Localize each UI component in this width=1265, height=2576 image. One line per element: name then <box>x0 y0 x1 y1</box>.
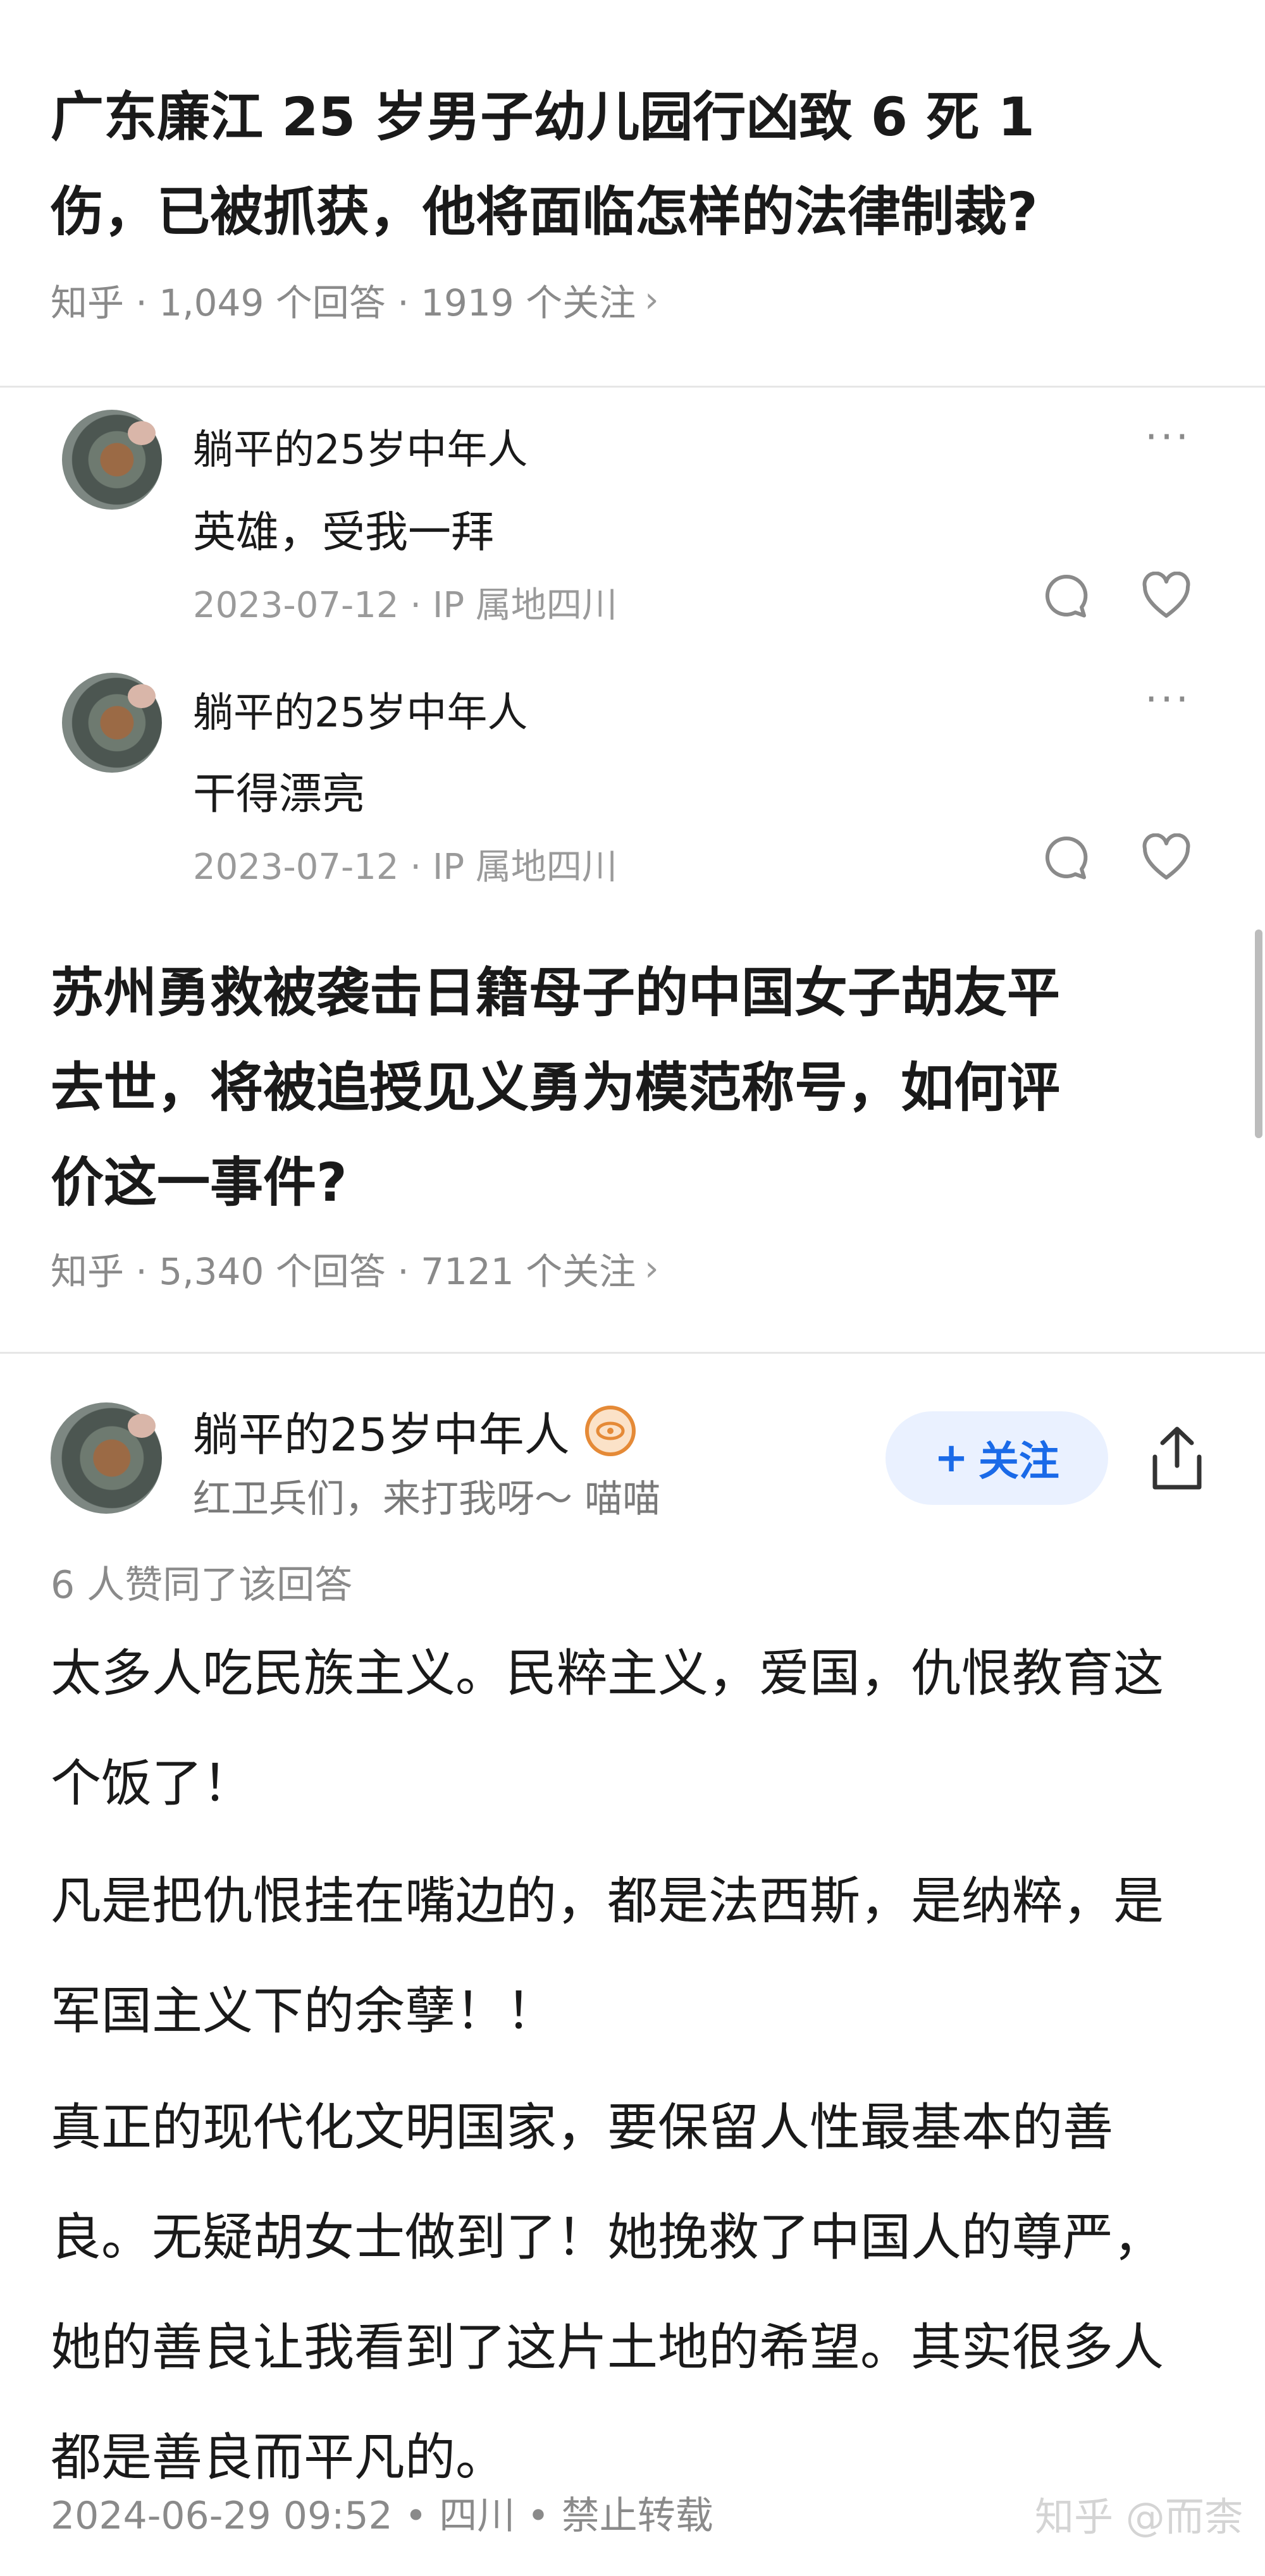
divider <box>0 1352 1265 1354</box>
answer-paragraph: 凡是把仇恨挂在嘴边的，都是法西斯，是纳粹，是 军国主义下的余孽！！ <box>51 1846 1240 2066</box>
avatar[interactable] <box>51 1402 162 1514</box>
more-icon[interactable]: ··· <box>1145 414 1191 461</box>
avatar[interactable] <box>62 410 162 510</box>
chevron-right-icon: › <box>645 279 659 321</box>
share-icon[interactable] <box>1144 1424 1211 1493</box>
question-meta-text: 知乎 · 1,049 个回答 · 1919 个关注 <box>51 281 636 324</box>
question-title-line: 价这一事件? <box>51 1151 347 1213</box>
question-title-line: 伤，已被抓获，他将面临怎样的法律制裁? <box>51 181 1038 243</box>
answer-line: 良。无疑胡女士做到了！她挽救了中国人的尊严， <box>51 2208 1164 2267</box>
answer-paragraph: 太多人吃民族主义。民粹主义，爱国，仇恨教育这 个饭了！ <box>51 1619 1240 1839</box>
chevron-right-icon: › <box>645 1248 659 1289</box>
follow-button[interactable]: + 关注 <box>885 1411 1108 1505</box>
comment-meta: 2023-07-12 · IP 属地四川 <box>193 585 617 626</box>
divider <box>0 386 1265 388</box>
scrollbar[interactable] <box>1255 929 1262 1138</box>
like-icon[interactable] <box>1141 572 1192 622</box>
answer-footer: 2024-06-29 09:52 • 四川 • 禁止转载 <box>51 2494 713 2538</box>
avatar[interactable] <box>62 673 162 773</box>
question-title[interactable]: 苏州勇救被袭击日籍母子的中国女子胡友平 去世，将被追授见义勇为模范称号，如何评 … <box>51 945 1227 1230</box>
plus-icon: + <box>934 1435 968 1481</box>
comment-icon[interactable] <box>1041 833 1092 884</box>
answer-author-name: 躺平的25岁中年人 <box>193 1408 570 1461</box>
answer-line: 凡是把仇恨挂在嘴边的，都是法西斯，是纳粹，是 <box>51 1872 1164 1930</box>
comment-text: 干得漂亮 <box>193 770 366 819</box>
answer-line: 个饭了！ <box>51 1754 253 1813</box>
comment-author[interactable]: 躺平的25岁中年人 <box>193 417 528 475</box>
answer-line: 太多人吃民族主义。民粹主义，爱国，仇恨教育这 <box>51 1644 1164 1703</box>
like-icon[interactable] <box>1141 833 1192 884</box>
question-title-line: 苏州勇救被袭击日籍母子的中国女子胡友平 <box>51 962 1061 1024</box>
answer-line: 她的善良让我看到了这片土地的希望。其实很多人 <box>51 2318 1164 2377</box>
follow-label: 关注 <box>978 1438 1059 1485</box>
answer-author[interactable]: 躺平的25岁中年人 <box>193 1397 636 1464</box>
comment-meta: 2023-07-12 · IP 属地四川 <box>193 847 617 888</box>
watermark: 知乎 @而柰 <box>1035 2494 1243 2540</box>
comment-author[interactable]: 躺平的25岁中年人 <box>193 680 528 739</box>
question-title-line: 去世，将被追授见义勇为模范称号，如何评 <box>51 1057 1061 1119</box>
answer-paragraph: 真正的现代化文明国家，要保留人性最基本的善 良。无疑胡女士做到了！她挽救了中国人… <box>51 2073 1240 2513</box>
author-bio: 红卫兵们，来打我呀～ 喵喵 <box>193 1477 661 1521</box>
answer-line: 军国主义下的余孽！！ <box>51 1982 557 2040</box>
vote-count: 6 人赞同了该回答 <box>51 1563 353 1607</box>
comment-icon[interactable] <box>1041 572 1092 622</box>
question-meta[interactable]: 知乎 · 5,340 个回答 · 7121 个关注 › <box>51 1242 659 1295</box>
more-icon[interactable]: ··· <box>1145 677 1191 723</box>
answer-line: 真正的现代化文明国家，要保留人性最基本的善 <box>51 2098 1113 2157</box>
comment-text: 英雄，受我一拜 <box>193 508 495 558</box>
creator-badge-icon <box>584 1405 636 1456</box>
question-title-line: 广东廉江 25 岁男子幼儿园行凶致 6 死 1 <box>51 86 1035 148</box>
question-meta-text: 知乎 · 5,340 个回答 · 7121 个关注 <box>51 1250 636 1293</box>
question-meta[interactable]: 知乎 · 1,049 个回答 · 1919 个关注 › <box>51 273 659 326</box>
question-title[interactable]: 广东廉江 25 岁男子幼儿园行凶致 6 死 1 伤，已被抓获，他将面临怎样的法律… <box>51 70 1227 259</box>
